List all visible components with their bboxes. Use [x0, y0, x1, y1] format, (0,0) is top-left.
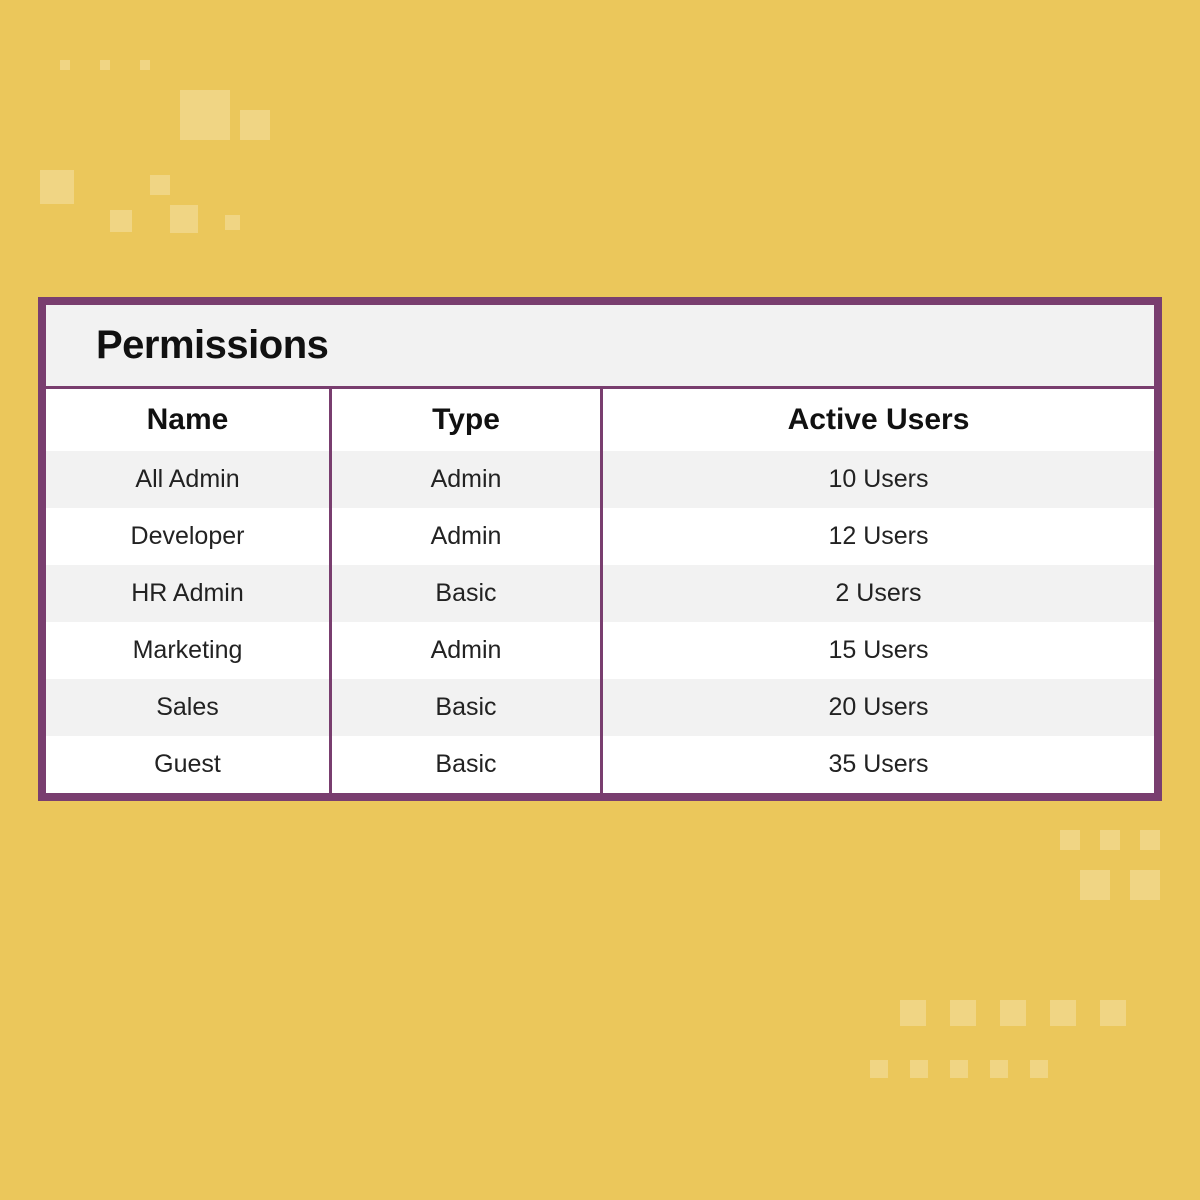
cell-type: Admin [332, 622, 603, 679]
panel-header: Permissions [46, 305, 1154, 389]
cell-type: Admin [332, 508, 603, 565]
cell-active-users: 15 Users [603, 622, 1154, 679]
column-header-type[interactable]: Type [332, 389, 603, 451]
column-header-name[interactable]: Name [46, 389, 332, 451]
cell-active-users: 35 Users [603, 736, 1154, 793]
cell-name: All Admin [46, 451, 332, 508]
table-row[interactable]: Guest Basic 35 Users [46, 736, 1154, 793]
cell-active-users: 10 Users [603, 451, 1154, 508]
cell-active-users: 20 Users [603, 679, 1154, 736]
table-row[interactable]: All Admin Admin 10 Users [46, 451, 1154, 508]
cell-type: Basic [332, 565, 603, 622]
table-row[interactable]: Marketing Admin 15 Users [46, 622, 1154, 679]
table-row[interactable]: Sales Basic 20 Users [46, 679, 1154, 736]
cell-name: Developer [46, 508, 332, 565]
cell-name: Sales [46, 679, 332, 736]
cell-active-users: 12 Users [603, 508, 1154, 565]
cell-name: Marketing [46, 622, 332, 679]
table-body: All Admin Admin 10 Users Developer Admin… [46, 451, 1154, 793]
table-row[interactable]: HR Admin Basic 2 Users [46, 565, 1154, 622]
cell-active-users: 2 Users [603, 565, 1154, 622]
cell-type: Basic [332, 679, 603, 736]
panel-title: Permissions [96, 323, 1114, 368]
cell-name: HR Admin [46, 565, 332, 622]
cell-name: Guest [46, 736, 332, 793]
column-header-active-users[interactable]: Active Users [603, 389, 1154, 451]
cell-type: Basic [332, 736, 603, 793]
table-row[interactable]: Developer Admin 12 Users [46, 508, 1154, 565]
permissions-panel: Permissions Name Type Active Users All A… [38, 297, 1162, 801]
cell-type: Admin [332, 451, 603, 508]
column-headers-row: Name Type Active Users [46, 389, 1154, 451]
